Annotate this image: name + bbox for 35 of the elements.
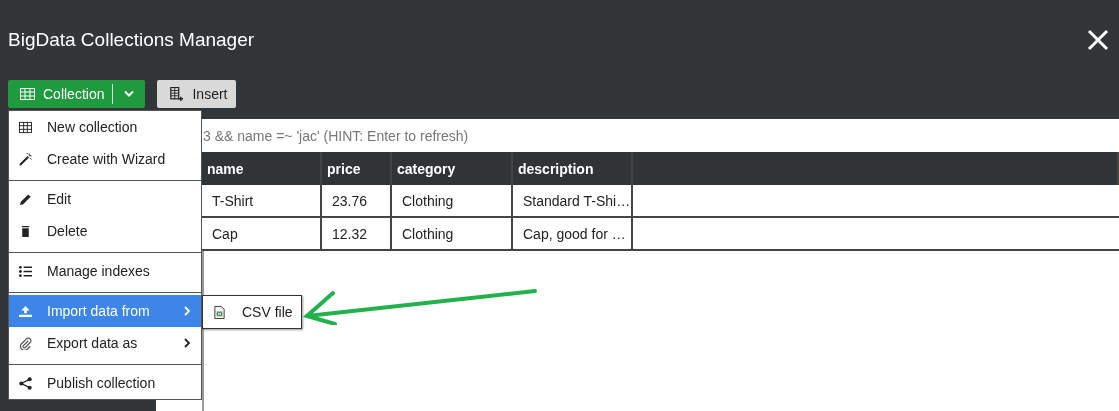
- menu-item[interactable]: CSV file: [203, 296, 301, 328]
- table-cell: Clothing: [392, 185, 513, 218]
- table-add-icon: [169, 87, 185, 101]
- menu-item[interactable]: Edit: [9, 183, 201, 215]
- table-cell: Standard T-Shi…: [513, 185, 633, 218]
- menu-item[interactable]: Export data as: [9, 327, 201, 359]
- column-header[interactable]: name: [202, 152, 322, 185]
- collection-button[interactable]: Collection: [8, 80, 113, 108]
- column-header[interactable]: category: [392, 152, 513, 185]
- pencil-icon: [19, 192, 32, 206]
- chevron-down-icon: [123, 90, 136, 98]
- menu-item[interactable]: Delete: [9, 215, 201, 247]
- spreadsheet-file-icon: [213, 305, 226, 319]
- table-cell: Cap, good for …: [513, 218, 633, 251]
- trash-icon: [19, 224, 32, 238]
- paperclip-icon: [19, 336, 32, 350]
- share-icon: [19, 376, 32, 390]
- table-icon: [20, 87, 35, 101]
- menu-item[interactable]: Import data from: [9, 295, 201, 327]
- column-header[interactable]: description: [513, 152, 633, 185]
- insert-button[interactable]: Insert: [157, 80, 236, 108]
- menu-item[interactable]: Manage indexes: [9, 255, 201, 287]
- list-icon: [19, 264, 32, 278]
- table-icon: [19, 120, 32, 134]
- chevron-right-icon: [183, 338, 191, 348]
- upload-icon: [19, 304, 32, 318]
- magic-wand-icon: [19, 152, 32, 166]
- menu-item[interactable]: Publish collection: [9, 367, 201, 399]
- window-title: BigData Collections Manager: [8, 29, 255, 51]
- close-icon[interactable]: [1087, 29, 1109, 51]
- table-cell: Clothing: [392, 218, 513, 251]
- chevron-right-icon: [183, 306, 191, 316]
- table-cell: 23.76: [322, 185, 392, 218]
- column-header[interactable]: price: [322, 152, 392, 185]
- table-cell: 12.32: [322, 218, 392, 251]
